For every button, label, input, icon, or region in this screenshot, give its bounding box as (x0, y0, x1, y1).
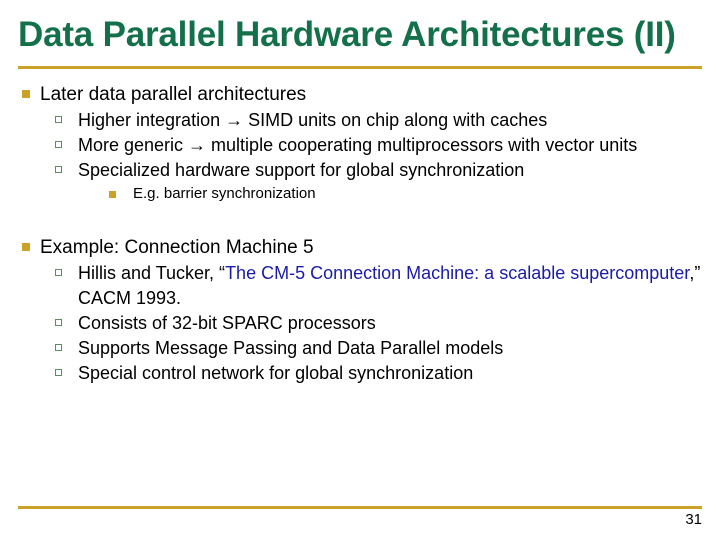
bullet-level2-message-passing: Supports Message Passing and Data Parall… (18, 336, 708, 361)
bullet-text: Supports Message Passing and Data Parall… (78, 338, 504, 358)
square-bullet-icon (18, 235, 40, 256)
bullet-level2-control-network: Special control network for global synch… (18, 361, 708, 386)
title-block: Data Parallel Hardware Architectures (II… (18, 14, 702, 68)
bullet-level2-sparc-processors: Consists of 32-bit SPARC processors (18, 311, 708, 336)
bullet-level3-barrier-synchronization: E.g. barrier synchronization (18, 183, 708, 205)
hollow-square-bullet-icon (51, 108, 78, 129)
bullet-text: Specialized hardware support for global … (78, 160, 525, 180)
bullet-text: Consists of 32-bit SPARC processors (78, 313, 376, 333)
bullet-level1-example-cm5: Example: Connection Machine 5 (18, 235, 708, 260)
hollow-square-bullet-icon (51, 133, 78, 154)
bullet-text: More generic → multiple cooperating mult… (78, 135, 638, 155)
bullet-level1-later-architectures: Later data parallel architectures (18, 82, 708, 107)
square-bullet-icon (18, 82, 40, 103)
bullet-level2-specialized-hardware: Specialized hardware support for global … (18, 158, 708, 183)
bullet-text: Example: Connection Machine 5 (40, 237, 314, 258)
bullet-text: E.g. barrier synchronization (133, 185, 316, 202)
bullet-level2-more-generic: More generic → multiple cooperating mult… (18, 133, 708, 158)
page-title: Data Parallel Hardware Architectures (II… (18, 15, 676, 54)
title-divider (18, 66, 702, 69)
reference-citation: Hillis and Tucker, “The CM-5 Connection … (78, 261, 708, 311)
bullet-level2-higher-integration: Higher integration → SIMD units on chip … (18, 108, 708, 133)
hollow-square-bullet-icon (51, 311, 78, 332)
small-square-bullet-icon (106, 183, 133, 203)
hollow-square-bullet-icon (51, 361, 78, 382)
hollow-square-bullet-icon (51, 158, 78, 179)
slide-body: Later data parallel architectures Higher… (18, 82, 708, 386)
slide: Data Parallel Hardware Architectures (II… (0, 0, 720, 540)
bullet-text: Special control network for global synch… (78, 363, 474, 383)
bullet-text: Higher integration → SIMD units on chip … (78, 110, 548, 130)
bullet-text: Later data parallel architectures (40, 84, 307, 105)
hollow-square-bullet-icon (51, 261, 78, 282)
paper-title-link[interactable]: The CM-5 Connection Machine: a scalable … (225, 263, 689, 283)
citation-prefix: Hillis and Tucker, “ (78, 263, 226, 283)
hollow-square-bullet-icon (51, 336, 78, 357)
page-number: 31 (685, 511, 702, 528)
footer-divider (18, 506, 702, 509)
bullet-level2-hillis-tucker-reference: Hillis and Tucker, “The CM-5 Connection … (18, 261, 708, 311)
